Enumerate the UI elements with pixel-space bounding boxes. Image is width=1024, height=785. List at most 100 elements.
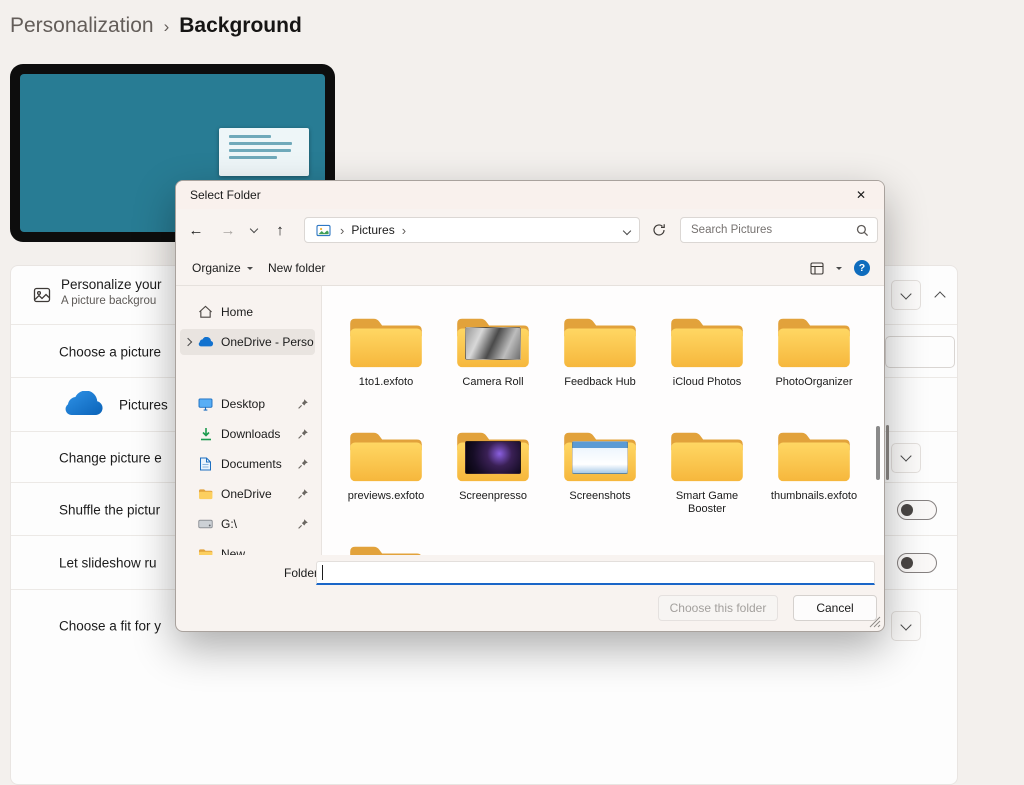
- dialog-title: Select Folder: [190, 188, 261, 202]
- downloads-icon: [196, 427, 215, 441]
- folder-item-previews-exfoto[interactable]: previews.exfoto: [334, 426, 438, 503]
- breadcrumb-chevron-icon: ›: [340, 223, 344, 238]
- sidebar-item-label: Documents: [215, 457, 297, 471]
- folder-item-camera-roll[interactable]: Camera Roll: [441, 312, 545, 389]
- sidebar-item-label: Desktop: [215, 397, 297, 411]
- breadcrumb: Personalization › Background: [10, 14, 302, 38]
- up-icon[interactable]: ↑: [268, 209, 292, 251]
- navigation-pane: Home OneDrive - Perso Desktop Downloads Docu…: [176, 286, 321, 555]
- settings-scrollbar-thumb[interactable]: [886, 425, 889, 480]
- pin-icon[interactable]: [297, 458, 312, 470]
- breadcrumb-chevron-icon[interactable]: ›: [402, 223, 406, 238]
- collapse-chevron-button[interactable]: [927, 282, 953, 308]
- back-icon[interactable]: ←: [184, 209, 208, 251]
- address-crumb-pictures[interactable]: Pictures: [351, 223, 394, 237]
- folder-name-label: previews.exfoto: [348, 490, 424, 503]
- folder-item-screenshots[interactable]: Screenshots: [548, 426, 652, 503]
- desktop-icon: [196, 398, 215, 411]
- folder-name-input[interactable]: [316, 561, 875, 585]
- resize-grip-icon[interactable]: [869, 616, 881, 628]
- folder-icon: [559, 312, 641, 372]
- sidebar-item-home[interactable]: Home: [180, 299, 315, 325]
- folder-icon: [773, 312, 855, 372]
- sidebar-item-onedrive[interactable]: OneDrive: [180, 481, 315, 507]
- folder-name-label: Smart Game Booster: [659, 490, 755, 516]
- sidebar-item-g[interactable]: G:\: [180, 511, 315, 537]
- folder-item-smart-game-booster[interactable]: Smart Game Booster: [655, 426, 759, 516]
- documents-icon: [196, 457, 215, 471]
- sidebar-item-label: New: [215, 547, 315, 555]
- folder-icon: [666, 312, 748, 372]
- folder-name-label: thumbnails.exfoto: [771, 490, 857, 503]
- pin-icon[interactable]: [297, 398, 312, 410]
- folder-item-icloud-photos[interactable]: iCloud Photos: [655, 312, 759, 389]
- caret-down-icon: [247, 267, 253, 273]
- toggle-switch[interactable]: [897, 500, 937, 520]
- dialog-navbar: ← → ↑ › Pictures ›: [176, 209, 884, 251]
- cancel-button[interactable]: Cancel: [793, 595, 877, 621]
- organize-label: Organize: [192, 261, 241, 275]
- expand-chevron-icon[interactable]: [184, 338, 192, 346]
- preview-document-thumbnail: [219, 128, 309, 176]
- folder-thumbnail: [572, 441, 628, 474]
- new-folder-button[interactable]: New folder: [268, 251, 325, 285]
- folder-item-1to1-exfoto[interactable]: 1to1.exfoto: [334, 312, 438, 389]
- search-input[interactable]: [689, 223, 850, 237]
- folder-item-item[interactable]: [334, 540, 438, 555]
- sidebar-item-label: G:\: [215, 517, 297, 531]
- screen: Personalization › Background Personalize…: [0, 0, 1024, 653]
- drive-icon: [196, 519, 215, 529]
- new-folder-label: New folder: [268, 261, 325, 275]
- dropdown-chevron-button[interactable]: [891, 443, 921, 473]
- search-icon: [856, 224, 869, 237]
- pin-icon[interactable]: [297, 518, 312, 530]
- folder-item-thumbnails-exfoto[interactable]: thumbnails.exfoto: [762, 426, 866, 503]
- recent-locations-chevron-icon[interactable]: [244, 209, 264, 251]
- row-label: Pictures: [119, 398, 168, 413]
- sidebar-item-documents[interactable]: Documents: [180, 451, 315, 477]
- dialog-footer: Folder: Choose this folder Cancel: [176, 555, 884, 631]
- folder-icon: [345, 426, 427, 486]
- folder-name-label: Feedback Hub: [564, 376, 636, 389]
- file-list: 1to1.exfotoCamera Roll Feedback Hub iCloud…: [322, 286, 884, 555]
- folder-icon: [452, 312, 534, 372]
- sidebar-item-new[interactable]: New: [180, 541, 315, 555]
- sidebar-item-desktop[interactable]: Desktop: [180, 391, 315, 417]
- sidebar-item-onedrive-perso[interactable]: OneDrive - Perso: [180, 329, 315, 355]
- folder-thumbnail: [465, 441, 521, 474]
- search-box: [680, 217, 878, 243]
- folder-item-screenpresso[interactable]: Screenpresso: [441, 426, 545, 503]
- breadcrumb-root[interactable]: Personalization: [10, 14, 154, 38]
- dropdown-chevron-button[interactable]: [891, 280, 921, 310]
- cloud-icon: [196, 337, 215, 348]
- folder-item-photoorganizer[interactable]: PhotoOrganizer: [762, 312, 866, 389]
- dialog-toolbar: Organize New folder ?: [176, 251, 884, 285]
- dialog-titlebar[interactable]: Select Folder ✕: [176, 181, 884, 209]
- text-caret: [322, 565, 323, 580]
- sidebar-item-label: OneDrive - Perso: [215, 335, 315, 349]
- close-icon[interactable]: ✕: [846, 185, 876, 205]
- address-dropdown-chevron-icon[interactable]: [624, 223, 630, 237]
- refresh-icon[interactable]: [646, 217, 672, 243]
- view-icon[interactable]: [810, 262, 824, 275]
- image-icon: [33, 286, 51, 304]
- dropdown-chevron-button[interactable]: [891, 611, 921, 641]
- folder-icon: [345, 312, 427, 372]
- address-bar[interactable]: › Pictures ›: [304, 217, 640, 243]
- pin-icon[interactable]: [297, 488, 312, 500]
- organize-button[interactable]: Organize: [192, 251, 253, 285]
- sidebar-item-label: OneDrive: [215, 487, 297, 501]
- folder-item-feedback-hub[interactable]: Feedback Hub: [548, 312, 652, 389]
- folder-name-label: PhotoOrganizer: [775, 376, 852, 389]
- choose-this-folder-button[interactable]: Choose this folder: [658, 595, 778, 621]
- pin-icon[interactable]: [297, 428, 312, 440]
- view-caret-icon[interactable]: [836, 267, 842, 273]
- row-label: Let slideshow ru: [59, 556, 157, 571]
- browse-button[interactable]: [885, 336, 955, 368]
- toggle-switch[interactable]: [897, 553, 937, 573]
- scrollbar-thumb[interactable]: [876, 426, 880, 480]
- sidebar-item-downloads[interactable]: Downloads: [180, 421, 315, 447]
- folder-small-icon: [196, 548, 215, 555]
- row-label: Shuffle the pictur: [59, 502, 160, 517]
- help-icon[interactable]: ?: [854, 260, 870, 276]
